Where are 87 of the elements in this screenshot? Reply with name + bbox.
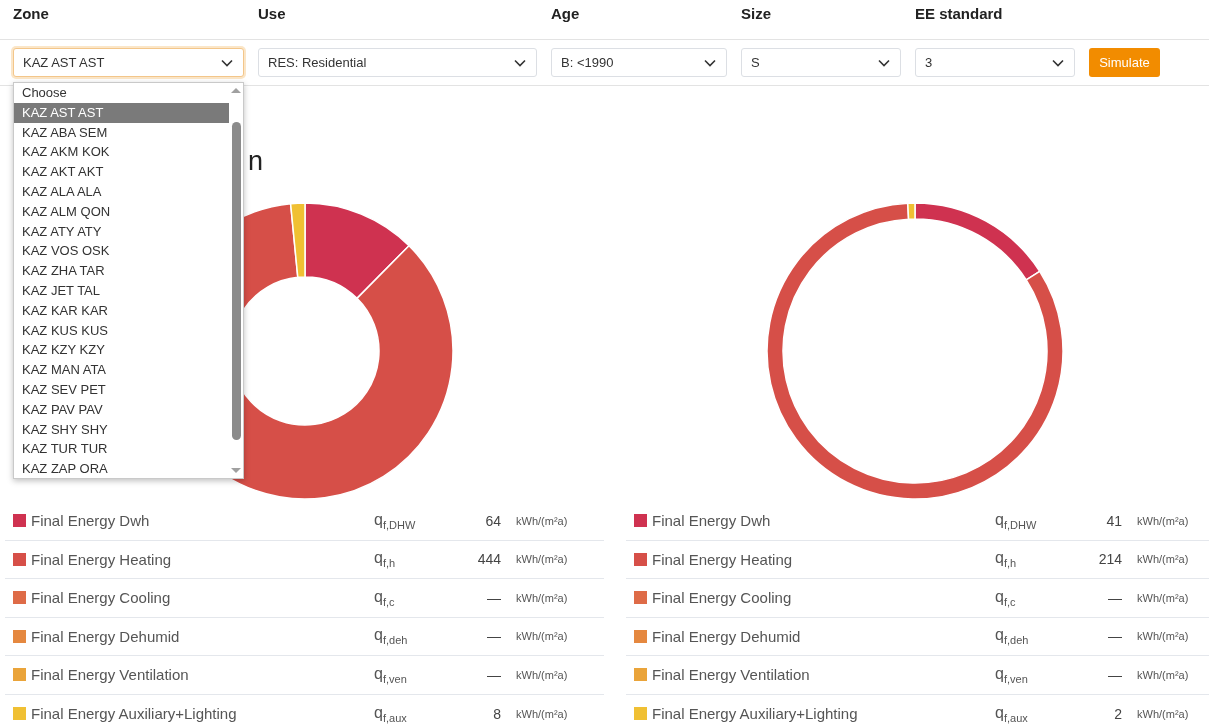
value-text: — [486, 589, 501, 606]
unit-text: kWh/(m²a) [1137, 553, 1189, 566]
dropdown-option[interactable]: KAZ AKT AKT [14, 162, 229, 182]
field-label: Age [551, 5, 580, 22]
energy-label: Final Energy Auxiliary+Lighting [652, 705, 859, 723]
symbol-text: q$_{f,aux}$ [374, 703, 408, 724]
dropdown-option[interactable]: KAZ SEV PET [14, 379, 229, 400]
scroll-up-icon[interactable] [231, 88, 241, 93]
dropdown-option[interactable]: KAZ SHY SHY [14, 419, 229, 440]
symbol-text: q$_{f,DHW}$ [995, 510, 1038, 531]
unit-text: kWh/(m²a) [1137, 630, 1189, 643]
chevron-down-icon [1052, 58, 1064, 67]
field-label: Zone [13, 5, 49, 22]
unit-text: kWh/(m²a) [1137, 707, 1189, 720]
scroll-down-icon[interactable] [231, 468, 241, 473]
symbol-text: q$_{f,h}$ [995, 549, 1018, 570]
energy-label: Final Energy Heating [652, 550, 794, 568]
field-label: Size [741, 5, 771, 22]
energy-label: Final Energy Cooling [31, 589, 172, 607]
value-text: — [486, 666, 501, 683]
energy-label: Final Energy Auxiliary+Lighting [31, 705, 238, 723]
dropdown-option[interactable]: KAZ ZAP ORA [14, 459, 229, 479]
dropdown-option[interactable]: KAZ ABA SEM [14, 122, 229, 143]
dropdown-option[interactable]: KAZ VOS OSK [14, 241, 229, 262]
scrollbar-thumb[interactable] [231, 121, 241, 440]
value-text: 214 [1097, 551, 1122, 568]
unit-text: kWh/(m²a) [516, 514, 568, 527]
dropdown-option[interactable]: KAZ JET TAL [14, 280, 229, 301]
symbol-text: q$_{f,aux}$ [995, 703, 1029, 724]
select-field[interactable]: S [741, 48, 901, 77]
unit-text: kWh/(m²a) [516, 553, 568, 566]
symbol-text: q$_{f,deh}$ [374, 626, 409, 647]
select-field[interactable]: B: <1990 [551, 48, 727, 77]
dropdown-option[interactable]: KAZ KZY KZY [14, 340, 229, 361]
unit-text: kWh/(m²a) [1137, 591, 1189, 604]
symbol-text: q$_{f,deh}$ [995, 626, 1030, 647]
value-text: 64 [484, 512, 501, 529]
select-field[interactable]: KAZ AST AST [13, 48, 244, 77]
unit-text: kWh/(m²a) [1137, 514, 1189, 527]
chevron-down-icon [878, 58, 890, 67]
symbol-text: q$_{f,ven}$ [374, 664, 408, 685]
dropdown-option[interactable]: KAZ ATY ATY [14, 221, 229, 242]
unit-text: kWh/(m²a) [1137, 668, 1189, 681]
energy-label: Final Energy Ventilation [31, 666, 190, 684]
energy-label: Final Energy Dwh [31, 512, 151, 530]
symbol-text: q$_{f,c}$ [374, 587, 396, 608]
energy-label: Final Energy Ventilation [652, 666, 811, 684]
field-label: Use [258, 5, 286, 22]
dropdown-option[interactable]: KAZ AKM KOK [14, 142, 229, 163]
dropdown-option[interactable]: KAZ MAN ATA [14, 360, 229, 380]
energy-label: Final Energy Dwh [652, 512, 772, 530]
value-text: 41 [1105, 512, 1122, 529]
section-title: n [248, 146, 264, 178]
field-label: EE standard [915, 5, 1003, 22]
select-field[interactable]: RES: Residential [258, 48, 537, 77]
energy-label: Final Energy Dehumid [652, 627, 802, 645]
chevron-down-icon [514, 58, 526, 67]
unit-text: kWh/(m²a) [516, 668, 568, 681]
unit-text: kWh/(m²a) [516, 630, 568, 643]
unit-text: kWh/(m²a) [516, 591, 568, 604]
dropdown-option[interactable]: KAZ KUS KUS [14, 320, 229, 341]
chevron-down-icon [704, 58, 716, 67]
value-text: — [1107, 666, 1122, 683]
dropdown-option[interactable]: KAZ ALA ALA [14, 182, 229, 202]
symbol-text: q$_{f,DHW}$ [374, 510, 417, 531]
dropdown-option[interactable]: KAZ PAV PAV [14, 399, 229, 420]
dropdown-option[interactable]: KAZ ZHA TAR [14, 261, 229, 281]
symbol-text: q$_{f,h}$ [374, 549, 397, 570]
energy-label: Final Energy Dehumid [31, 627, 181, 645]
dropdown-option[interactable]: KAZ ALM QON [14, 201, 229, 222]
symbol-text: q$_{f,c}$ [995, 587, 1017, 608]
energy-label: Final Energy Heating [31, 550, 173, 568]
symbol-text: q$_{f,ven}$ [995, 664, 1029, 685]
energy-label: Final Energy Cooling [652, 589, 793, 607]
value-text: — [1107, 628, 1122, 645]
dropdown-option[interactable]: Choose [14, 83, 229, 103]
dropdown-option[interactable]: KAZ KAR KAR [14, 300, 229, 321]
dropdown-option[interactable]: KAZ AST AST [14, 102, 229, 123]
value-text: — [1107, 589, 1122, 606]
dropdown-option[interactable]: KAZ TUR TUR [14, 439, 229, 460]
value-text: 8 [492, 705, 501, 722]
select-field[interactable]: 3 [915, 48, 1075, 77]
chevron-down-icon [221, 58, 233, 67]
value-text: — [486, 628, 501, 645]
value-text: 444 [476, 551, 501, 568]
value-text: 2 [1113, 705, 1122, 722]
unit-text: kWh/(m²a) [516, 707, 568, 720]
